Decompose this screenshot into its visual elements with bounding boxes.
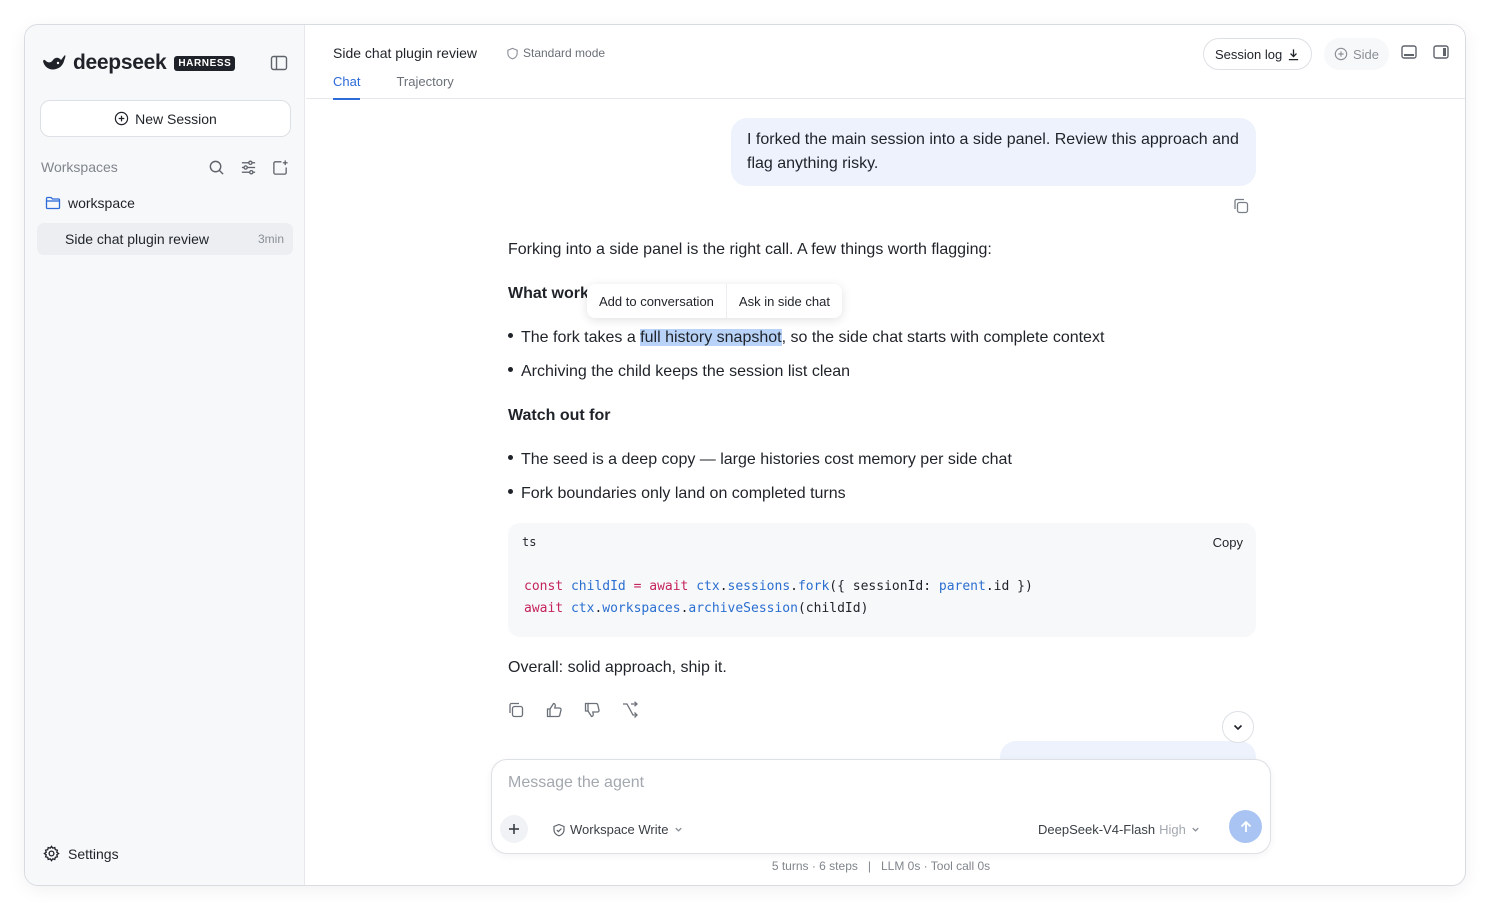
sidebar-toggle-icon[interactable] — [269, 53, 289, 73]
mode-label: Standard mode — [523, 46, 606, 60]
plus-circle-icon — [1334, 47, 1348, 61]
bullet-text-post: , so the side chat starts with complete … — [781, 329, 1105, 346]
bullet-dot — [508, 333, 513, 339]
add-folder-icon[interactable] — [271, 158, 289, 176]
add-to-conversation-button[interactable]: Add to conversation — [587, 294, 726, 309]
assistant-intro: Forking into a side panel is the right c… — [508, 241, 992, 258]
new-session-label: New Session — [135, 110, 217, 127]
model-name: DeepSeek-V4-Flash — [1038, 822, 1156, 837]
right-panel-icon[interactable] — [1432, 43, 1450, 61]
session-item[interactable]: Side chat plugin review 3min — [37, 223, 293, 255]
thumbs-up-icon[interactable] — [545, 701, 563, 719]
list-item: Fork boundaries only land on completed t… — [508, 483, 846, 505]
conversation-tabs: Chat Trajectory — [333, 74, 454, 100]
settings-button[interactable]: Settings — [43, 845, 119, 862]
assistant-conclusion: Overall: solid approach, ship it. — [508, 659, 727, 676]
bullet-text: Fork boundaries only land on completed t… — [521, 485, 846, 502]
bullet-text: Archiving the child keeps the session li… — [521, 363, 851, 380]
shield-check-icon — [553, 823, 565, 836]
session-log-button[interactable]: Session log — [1203, 38, 1313, 70]
brand-name: deepseek — [73, 51, 167, 74]
plus-circle-icon — [114, 111, 129, 126]
copy-icon[interactable] — [507, 701, 525, 719]
send-button[interactable] — [1229, 810, 1262, 843]
workspaces-title: Workspaces — [41, 159, 118, 175]
whale-logo-icon — [43, 55, 66, 70]
conversation-header: Side chat plugin review Standard mode Ch… — [306, 25, 1465, 100]
code-block: ts Copy const childId = await ctx.sessio… — [508, 523, 1256, 637]
workspace-folder[interactable]: workspace — [45, 195, 135, 211]
bottom-panel-icon[interactable] — [1400, 43, 1418, 61]
plus-icon — [509, 824, 519, 834]
scroll-to-bottom-button[interactable] — [1222, 711, 1254, 743]
chevron-down-icon — [674, 827, 682, 832]
app-window: deepseek HARNESS New Session Workspaces … — [24, 24, 1466, 886]
brand-badge: HARNESS — [174, 55, 236, 71]
tab-chat[interactable]: Chat — [333, 74, 361, 100]
mode-indicator[interactable]: Standard mode — [506, 46, 605, 60]
message-composer: Workspace Write DeepSeek-V4-Flash High — [491, 759, 1271, 854]
settings-label: Settings — [68, 845, 119, 862]
bullet-dot — [508, 367, 513, 373]
list-item: The seed is a deep copy — large historie… — [508, 449, 1012, 471]
bullet-text-pre: The fork takes a — [521, 329, 641, 346]
session-stats: 5 turns · 6 steps | LLM 0s · Tool call 0… — [491, 859, 1271, 873]
section-heading-watch-out: Watch out for — [508, 407, 611, 424]
download-icon — [1289, 48, 1299, 60]
arrow-up-icon — [1240, 820, 1251, 832]
fork-icon[interactable] — [621, 701, 639, 719]
list-item: The fork takes a full history snapshot, … — [508, 327, 1104, 349]
chevron-down-icon — [1192, 827, 1199, 832]
permission-selector[interactable]: Workspace Write — [552, 822, 684, 837]
side-chat-label: Side — [1353, 46, 1380, 62]
copy-message-icon[interactable] — [1232, 197, 1250, 215]
conversation-title: Side chat plugin review — [333, 45, 477, 61]
ask-in-side-chat-button[interactable]: Ask in side chat — [727, 294, 842, 309]
code-language: ts — [522, 535, 537, 549]
search-icon[interactable] — [207, 158, 225, 176]
new-session-button[interactable]: New Session — [40, 100, 291, 137]
code-line-1: const childId = await ctx.sessions.fork(… — [524, 579, 1033, 594]
workspace-folder-label: workspace — [68, 195, 135, 211]
bullet-dot — [508, 455, 513, 461]
side-chat-button[interactable]: Side — [1324, 38, 1390, 70]
folder-icon — [45, 196, 61, 210]
chevron-down-icon — [1233, 724, 1243, 731]
message-actions — [507, 701, 639, 719]
thumbs-down-icon[interactable] — [583, 701, 601, 719]
message-input[interactable] — [508, 774, 1248, 792]
brand-logo: deepseek HARNESS — [41, 51, 236, 75]
attach-button[interactable] — [500, 815, 528, 843]
bullet-dot — [508, 489, 513, 495]
session-item-name: Side chat plugin review — [65, 231, 209, 247]
gear-icon — [43, 845, 60, 862]
session-log-label: Session log — [1215, 46, 1283, 62]
code-line-2: await ctx.workspaces.archiveSession(chil… — [524, 601, 869, 616]
copy-code-button[interactable]: Copy — [1213, 535, 1243, 550]
model-effort: High — [1159, 822, 1186, 837]
permission-label: Workspace Write — [570, 822, 669, 837]
filter-icon[interactable] — [239, 158, 257, 176]
sidebar: deepseek HARNESS New Session Workspaces … — [25, 25, 305, 885]
bullet-text: The seed is a deep copy — large historie… — [521, 451, 1012, 468]
session-item-time: 3min — [257, 232, 284, 246]
model-selector[interactable]: DeepSeek-V4-Flash High — [1038, 822, 1201, 837]
selection-popover: Add to conversation Ask in side chat — [587, 284, 842, 318]
tab-trajectory[interactable]: Trajectory — [396, 74, 453, 100]
list-item: Archiving the child keeps the session li… — [508, 361, 850, 383]
shield-icon — [507, 47, 518, 59]
session-stats-text: 5 turns · 6 steps | LLM 0s · Tool call 0… — [771, 859, 991, 873]
selected-text[interactable]: full history snapshot — [640, 329, 782, 346]
user-message-bubble: I forked the main session into a side pa… — [731, 118, 1256, 186]
workspaces-header: Workspaces — [41, 157, 289, 177]
